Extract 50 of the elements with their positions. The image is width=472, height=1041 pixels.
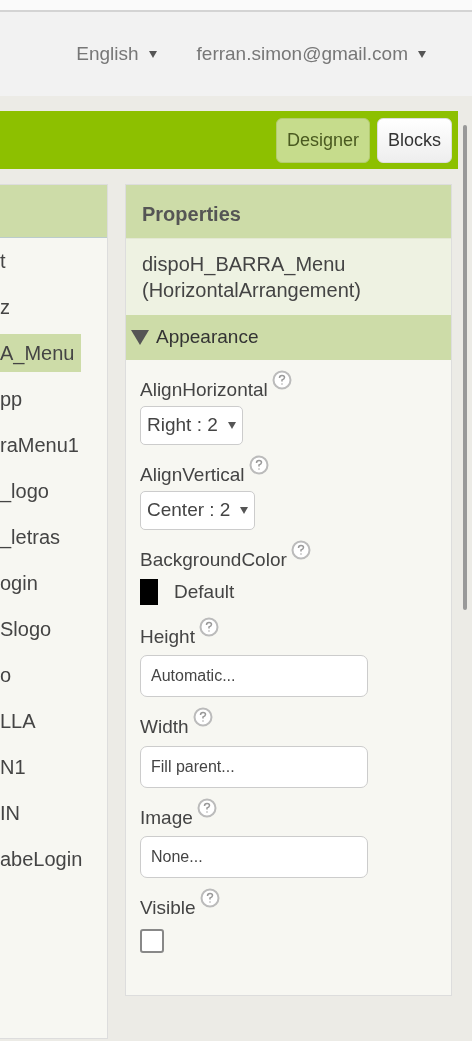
checkbox[interactable] [140, 928, 164, 953]
panel-title: Properties [126, 185, 451, 238]
component-item[interactable]: abeLogin [0, 840, 89, 878]
help-icon[interactable] [290, 539, 311, 560]
component-type: (HorizontalArrangement) [142, 278, 362, 303]
property-label: AlignVertical [140, 462, 245, 487]
scrollbar[interactable] [463, 125, 467, 610]
component-item[interactable]: ogin [0, 564, 44, 602]
component-item[interactable]: raMenu1 [0, 426, 85, 464]
input-field[interactable]: Automatic... [140, 655, 368, 697]
component-item[interactable]: t [0, 242, 12, 280]
property-label: Image [140, 805, 193, 830]
language-menu[interactable]: English [76, 39, 157, 69]
account-menu[interactable]: ferran.simon@gmail.com [196, 39, 426, 69]
component-item[interactable]: IN [0, 794, 26, 832]
property-label: AlignHorizontal [140, 377, 268, 402]
property-label: Width [140, 715, 189, 739]
caret-icon [148, 51, 157, 59]
help-icon[interactable] [199, 888, 220, 908]
color-swatch[interactable] [140, 579, 158, 606]
component-item[interactable]: Slogo [0, 610, 58, 648]
help-icon[interactable] [271, 369, 292, 390]
component-item[interactable]: N1 [0, 748, 32, 786]
property-label: BackgroundColor [140, 547, 287, 572]
component-item[interactable]: LLA [0, 702, 42, 740]
caret-icon [240, 507, 249, 515]
help-icon[interactable] [192, 707, 213, 727]
help-icon[interactable] [198, 616, 219, 637]
designer-button[interactable]: Designer [275, 117, 370, 163]
component-item[interactable]: z [0, 288, 16, 326]
component-item[interactable]: _logo [0, 472, 55, 510]
component-item[interactable]: pp [0, 380, 29, 418]
help-icon[interactable] [196, 797, 217, 818]
component-item[interactable]: o [0, 656, 18, 694]
help-icon[interactable] [248, 454, 269, 475]
color-value: Default [174, 580, 235, 604]
blocks-button[interactable]: Blocks [377, 117, 452, 163]
component-item[interactable]: A_Menu [0, 334, 81, 372]
caret-icon [418, 51, 426, 59]
caret-icon [227, 422, 236, 430]
triangle-icon [130, 328, 150, 347]
property-label: Visible [140, 896, 196, 920]
component-name: dispoH_BARRA_Menu [142, 252, 347, 277]
input-field[interactable]: Fill parent... [140, 745, 368, 788]
property-label: Height [140, 624, 195, 649]
input-field[interactable]: None... [140, 836, 368, 878]
dropdown[interactable]: Right : 2 [140, 406, 243, 445]
dropdown[interactable]: Center : 2 [140, 491, 256, 530]
section-header[interactable]: Appearance [126, 315, 451, 360]
component-item[interactable]: _letras [0, 518, 67, 556]
